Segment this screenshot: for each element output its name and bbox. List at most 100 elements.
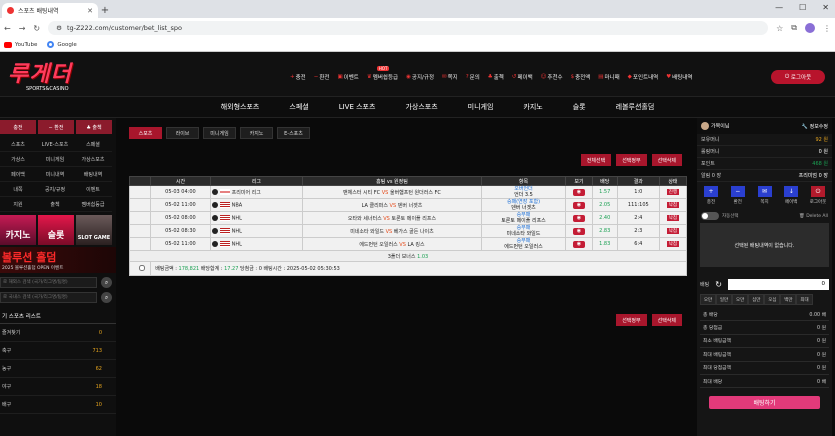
slot-banner[interactable]: 슬롯 [38, 215, 74, 245]
sidebar-menu-item[interactable]: 공지/규정 [36, 182, 74, 197]
main-nav-item[interactable]: 슬롯 [573, 102, 586, 112]
extensions-icon[interactable]: ⧉ [791, 23, 797, 33]
quick-icon-3[interactable]: ↓ 페이백 [780, 186, 802, 205]
amount-button[interactable]: 최대 [796, 294, 813, 305]
top-nav-item[interactable]: ✉ 쪽지 [442, 73, 458, 81]
holdem-event-banner[interactable]: 볼루션 홀덤 2025 볼루션홀덤 OPEN 이벤트 [0, 247, 116, 273]
tab-3[interactable]: 카지노 [240, 127, 273, 139]
browser-tab[interactable]: 스포츠 배팅내역 ✕ [2, 3, 98, 18]
bookmark-star-icon[interactable]: ☆ [776, 24, 783, 33]
address-bar[interactable]: ⚙ tg-Z222.com/customer/bet_list_spo [48, 21, 769, 35]
top-nav-item[interactable]: − 환전 [314, 73, 330, 81]
delete-all-button[interactable]: 🗑 Delete All [799, 214, 828, 219]
top-nav-item[interactable]: ◉ 공지/규정 [406, 73, 434, 81]
bookmark-google[interactable]: Google [47, 41, 77, 48]
main-nav-item[interactable]: 스페셜 [289, 102, 308, 112]
action-button[interactable]: 전체선택 [580, 154, 612, 166]
amount-button[interactable]: 오만 [700, 294, 716, 305]
top-nav-item[interactable]: ♥ 배팅내역 [666, 73, 692, 81]
auto-select-toggle[interactable] [701, 212, 719, 220]
sidebar-menu-item[interactable]: 이벤트 [74, 182, 112, 197]
tab-1[interactable]: 라이브 [166, 127, 199, 139]
sidebar-menu-item[interactable]: 출첵 [36, 197, 74, 212]
sidebar-menu-item[interactable]: 미니게임 [36, 152, 74, 167]
sidebar-menu-item[interactable]: 멤버쉽등급 [74, 197, 112, 212]
tab-4[interactable]: E-스포츠 [277, 127, 310, 139]
top-nav-item[interactable]: ? 문의 [466, 73, 480, 81]
sidebar-menu-item[interactable]: LIVE-스포츠 [36, 137, 74, 152]
sport-row[interactable]: 배구 10 [0, 396, 116, 414]
place-bet-button[interactable]: 배팅하기 [709, 396, 820, 410]
quick-icon-4[interactable]: ⏻ 로그아웃 [807, 186, 829, 205]
action-button[interactable]: 선택정부 [616, 154, 647, 166]
logout-button[interactable]: ⏻ 로그아웃 [771, 70, 825, 84]
top-nav-item[interactable]: ☺ 추천수 [541, 73, 563, 81]
sidebar-menu-item[interactable]: 페이백 [0, 167, 36, 182]
domestic-search-input[interactable] [0, 292, 97, 303]
action-button[interactable]: 선택정부 [616, 314, 647, 326]
sidebar-menu-item[interactable]: 미니내역 [36, 167, 74, 182]
eye-icon[interactable]: ◉ [572, 227, 585, 235]
forward-icon[interactable]: → [19, 24, 26, 33]
sidebar-menu-item[interactable]: 스페셜 [74, 137, 112, 152]
tab-0[interactable]: 스포츠 [129, 127, 162, 139]
search-icon[interactable]: ⌕ [101, 292, 112, 303]
overseas-search-input[interactable] [0, 277, 97, 288]
top-nav-item[interactable]: ♣ 출첵 [488, 73, 504, 81]
sidebar-quick-button[interactable]: 충전 [0, 120, 36, 134]
action-button[interactable]: 선택삭제 [651, 154, 682, 166]
sidebar-menu-item[interactable]: 가상스 [0, 152, 36, 167]
sport-row[interactable]: 즐겨찾기 0 [0, 324, 116, 342]
quick-icon-2[interactable]: ✉ 쪽지 [754, 186, 776, 205]
main-nav-item[interactable]: 가상스포츠 [405, 102, 437, 112]
casino-banner[interactable]: 카지노 [0, 215, 36, 245]
quick-icon-1[interactable]: − 환전 [727, 186, 749, 205]
edit-info-link[interactable]: 🔧 정보수정 [802, 123, 828, 130]
action-button[interactable]: 선택삭제 [651, 314, 682, 326]
sidebar-menu-item[interactable]: 배팅내역 [74, 167, 112, 182]
top-nav-item[interactable]: ▤ 마니패 [598, 73, 619, 81]
bookmark-youtube[interactable]: YouTube [4, 41, 37, 48]
site-info-icon[interactable]: ⚙ [56, 24, 62, 32]
main-nav-item[interactable]: 카지노 [523, 102, 542, 112]
new-tab-icon[interactable]: + [98, 3, 112, 18]
maximize-icon[interactable]: ☐ [799, 3, 806, 12]
menu-icon[interactable]: ⋮ [823, 24, 831, 33]
back-icon[interactable]: ← [4, 24, 11, 33]
main-nav-item[interactable]: LIVE 스포츠 [339, 102, 376, 112]
amount-button[interactable]: 일만 [716, 294, 733, 305]
slot-game-banner[interactable]: SLOT GAME [76, 215, 112, 245]
select-bet-checkbox[interactable] [138, 264, 145, 271]
sidebar-menu-item[interactable]: 지원 [0, 197, 36, 212]
eye-icon[interactable]: ◉ [572, 188, 585, 196]
sidebar-menu-item[interactable]: 스포츠 [0, 137, 36, 152]
amount-button[interactable]: 오십 [764, 294, 781, 305]
main-nav-item[interactable]: 해외형스포츠 [221, 102, 260, 112]
eye-icon[interactable]: ◉ [572, 240, 585, 248]
top-nav-item[interactable]: + 충전 [290, 73, 306, 81]
sport-row[interactable]: 농구 62 [0, 360, 116, 378]
amount-button[interactable]: 백만 [780, 294, 797, 305]
refresh-icon[interactable]: ↻ [715, 280, 722, 289]
sport-row[interactable]: 야구 18 [0, 378, 116, 396]
bet-amount-input[interactable]: 0 [727, 279, 829, 290]
eye-icon[interactable]: ◉ [572, 201, 585, 209]
sidebar-menu-item[interactable]: 가상스포츠 [74, 152, 112, 167]
close-window-icon[interactable]: ✕ [822, 3, 829, 12]
profile-avatar[interactable] [805, 23, 815, 33]
quick-icon-0[interactable]: + 충전 [700, 186, 722, 205]
sidebar-quick-button[interactable]: ♣ 출첵 [76, 120, 112, 134]
tab-2[interactable]: 미니게임 [203, 127, 236, 139]
sidebar-quick-button[interactable]: − 환전 [38, 120, 74, 134]
top-nav-item[interactable]: ♛ 멤버쉽등급 HOT [367, 66, 398, 81]
top-nav-item[interactable]: ◆ 포인트내역 [628, 73, 659, 81]
main-nav-item[interactable]: 레볼루션홀덤 [616, 102, 655, 112]
site-logo[interactable]: 루게더 SPORTS&CASINO [0, 56, 110, 94]
sidebar-menu-item[interactable]: 내쪽 [0, 182, 36, 197]
reload-icon[interactable]: ↻ [33, 24, 40, 33]
top-nav-item[interactable]: ↺ 페이백 [512, 73, 533, 81]
search-icon[interactable]: ⌕ [101, 277, 112, 288]
amount-button[interactable]: 오만 [732, 294, 749, 305]
minimize-icon[interactable]: — [775, 3, 783, 12]
sport-row[interactable]: 축구 713 [0, 342, 116, 360]
